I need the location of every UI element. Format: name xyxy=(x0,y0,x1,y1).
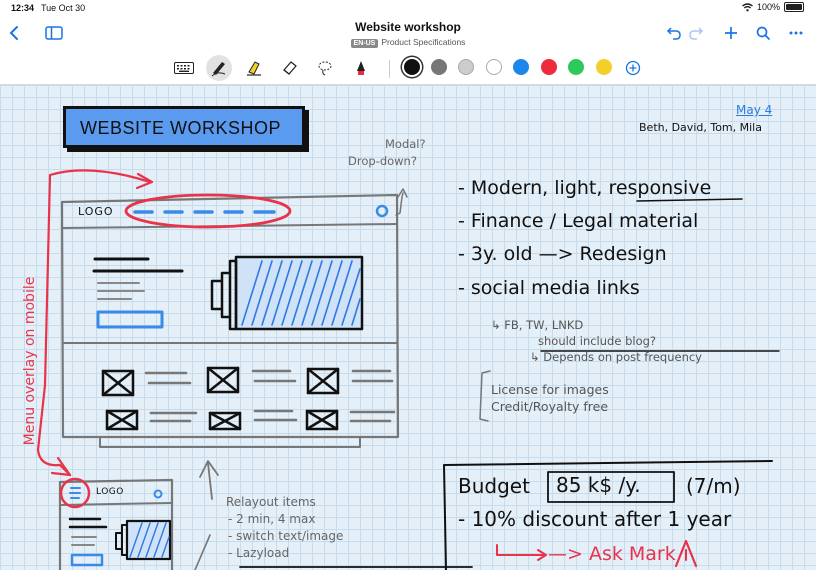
status-date: Tue Oct 30 xyxy=(41,3,86,13)
shape-tool[interactable] xyxy=(348,55,374,81)
more-button[interactable] xyxy=(785,22,807,44)
budget-value: 85 k$ /y. xyxy=(556,473,641,497)
search-icon xyxy=(756,26,770,40)
color-swatch[interactable] xyxy=(431,59,447,75)
pen-tool[interactable] xyxy=(206,55,232,81)
budget-monthly: (7/m) xyxy=(686,474,741,498)
add-button[interactable] xyxy=(720,22,742,44)
undo-icon xyxy=(666,27,681,40)
note-canvas[interactable]: WEBSITE WORKSHOP May 4 Beth, David, Tom,… xyxy=(0,85,816,570)
relayout-item: - Lazyload xyxy=(228,546,290,560)
keyboard-icon xyxy=(174,62,194,74)
eraser-icon xyxy=(283,61,297,75)
redo-button[interactable] xyxy=(685,22,707,44)
logo-label: LOGO xyxy=(78,205,114,218)
undo-button[interactable] xyxy=(663,22,685,44)
nav-bar: Website workshop EN-US Product Specificat… xyxy=(0,16,816,52)
color-swatch[interactable] xyxy=(568,59,584,75)
social-sub-note: ↳ FB, TW, LNKD xyxy=(491,318,584,332)
license-note-2: Credit/Royalty free xyxy=(491,399,609,414)
menu-overlay-note: Menu overlay on mobile xyxy=(22,276,38,446)
status-time: 12:34 xyxy=(11,3,35,13)
bullet-item: - Modern, light, responsive xyxy=(458,177,712,199)
license-note-1: License for images xyxy=(491,382,609,397)
highlighter-tool[interactable] xyxy=(241,55,267,81)
wifi-icon xyxy=(742,2,753,11)
mobile-logo-label: LOGO xyxy=(96,487,124,497)
color-swatch[interactable] xyxy=(513,59,529,75)
color-swatch[interactable] xyxy=(596,59,612,75)
color-swatch[interactable] xyxy=(486,59,502,75)
lasso-tool[interactable] xyxy=(312,55,338,81)
status-bar: 12:34 Tue Oct 30 100% xyxy=(0,0,816,16)
relayout-item: - switch text/image xyxy=(228,529,344,543)
toolbar-separator xyxy=(389,60,390,78)
eraser-tool[interactable] xyxy=(277,55,303,81)
pen-icon xyxy=(211,62,226,77)
subtitle-text: Product Specifications xyxy=(381,37,466,47)
language-badge: EN-US xyxy=(350,39,379,48)
blog-question: should include blog? xyxy=(538,334,657,348)
color-swatch[interactable] xyxy=(541,59,557,75)
add-color-button[interactable] xyxy=(620,55,646,81)
bullet-item: - Finance / Legal material xyxy=(458,210,699,232)
shape-icon xyxy=(357,61,365,75)
ask-mark-note: —> Ask Mark xyxy=(548,543,676,565)
plus-icon xyxy=(725,27,737,39)
relayout-title: Relayout items xyxy=(226,495,316,509)
budget-label: Budget xyxy=(458,474,530,498)
bullet-item: - 3y. old —> Redesign xyxy=(458,243,667,265)
blog-depends-note: ↳ Depends on post frequency xyxy=(530,350,702,364)
color-swatch[interactable] xyxy=(458,59,474,75)
color-swatch[interactable] xyxy=(404,59,420,75)
plus-circle-icon xyxy=(625,60,641,76)
battery-percent: 100% xyxy=(756,2,780,12)
highlighter-icon xyxy=(247,61,261,76)
discount-note: - 10% discount after 1 year xyxy=(458,507,732,531)
status-right: 100% xyxy=(742,2,804,12)
more-icon xyxy=(789,31,803,35)
search-button[interactable] xyxy=(752,22,774,44)
battery-icon xyxy=(784,2,804,12)
redo-icon xyxy=(689,27,704,40)
lasso-icon xyxy=(318,61,332,76)
keyboard-tool[interactable] xyxy=(171,55,197,81)
drawing-toolbar xyxy=(0,52,816,85)
relayout-item: - 2 min, 4 max xyxy=(228,512,316,526)
bullet-item: - social media links xyxy=(458,277,640,299)
